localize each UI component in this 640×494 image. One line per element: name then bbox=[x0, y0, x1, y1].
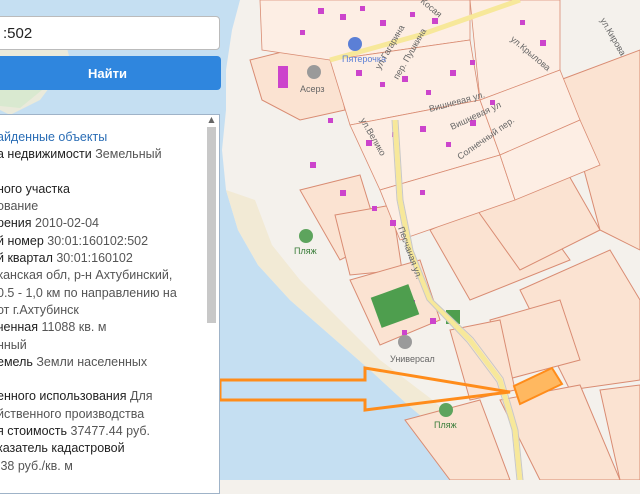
info-row-value: Земельный bbox=[95, 147, 162, 162]
info-row-value: 37477.44 руб. bbox=[70, 424, 150, 439]
info-row bbox=[0, 164, 203, 181]
info-row: емель Земли населенных bbox=[0, 354, 203, 371]
info-row-label: енного использования bbox=[0, 389, 131, 404]
beach-icon bbox=[439, 403, 453, 417]
info-row: енного использования Для bbox=[0, 388, 203, 405]
info-row-label: я стоимость bbox=[0, 424, 71, 439]
info-row: ного участка bbox=[0, 181, 203, 198]
info-row-value: 11088 кв. м bbox=[41, 320, 107, 335]
info-row-value: Земли населенных bbox=[36, 354, 148, 369]
info-row: я стоимость 37477.44 руб. bbox=[0, 423, 203, 440]
info-row-value: Для bbox=[130, 389, 153, 404]
info-row: й квартал 30:01:160102 bbox=[0, 250, 203, 267]
poi-label-aserz: Асерз bbox=[300, 84, 325, 94]
info-row-label: емель bbox=[0, 354, 37, 369]
info-row-value: 2010-02-04 bbox=[35, 216, 99, 231]
info-row-value: 0.5 - 1,0 км по направлению на bbox=[0, 285, 177, 300]
info-row-value: 30:01:160102:502 bbox=[47, 233, 149, 248]
info-content: айденные объекты а недвижимости Земельны… bbox=[0, 115, 219, 475]
info-row: й номер 30:01:160102:502 bbox=[0, 233, 203, 250]
info-row: ханская обл, р-н Ахтубинский, bbox=[0, 267, 203, 284]
shop-icon bbox=[348, 37, 362, 51]
info-row-value: от г.Ахтубинск bbox=[0, 302, 79, 317]
poi-label-beach-1: Пляж bbox=[294, 246, 317, 256]
info-row-label: казатель кадастровой bbox=[0, 441, 125, 456]
search-input[interactable] bbox=[0, 16, 220, 50]
info-row-label: ного участка bbox=[0, 181, 70, 196]
info-row: ченная 11088 кв. м bbox=[0, 319, 203, 336]
info-row-value: .38 руб./кв. м bbox=[0, 458, 73, 473]
info-row: от г.Ахтубинск bbox=[0, 302, 203, 319]
info-row bbox=[0, 371, 203, 388]
info-row: казатель кадастровой bbox=[0, 440, 203, 457]
info-row-value: нный bbox=[0, 337, 27, 352]
info-row: .38 руб./кв. м bbox=[0, 458, 203, 475]
info-row-label: ченная bbox=[0, 320, 42, 335]
poi-label-universal: Универсал bbox=[390, 354, 435, 364]
info-panel: айденные объекты а недвижимости Земельны… bbox=[0, 114, 220, 494]
poi-label-beach-2: Пляж bbox=[434, 420, 457, 430]
info-row-label: й номер bbox=[0, 233, 48, 248]
info-row: рения 2010-02-04 bbox=[0, 215, 203, 232]
info-row-value: йственного производства bbox=[0, 406, 145, 421]
beach-icon bbox=[299, 229, 313, 243]
scrollbar-thumb[interactable] bbox=[207, 127, 216, 323]
info-title: айденные объекты bbox=[0, 130, 108, 144]
info-row-label: й квартал bbox=[0, 251, 57, 266]
info-row: йственного производства bbox=[0, 406, 203, 423]
info-row-value: 30:01:160102 bbox=[56, 251, 133, 266]
info-row-value: ханская обл, р-н Ахтубинский, bbox=[0, 268, 173, 283]
info-row: нный bbox=[0, 337, 203, 354]
find-button[interactable]: Найти bbox=[0, 56, 221, 90]
info-row-label: а недвижимости bbox=[0, 147, 96, 162]
factory-icon bbox=[307, 65, 321, 79]
store-icon bbox=[398, 335, 412, 349]
info-row-value: ование bbox=[0, 199, 39, 214]
info-row: 0.5 - 1,0 км по направлению на bbox=[0, 285, 203, 302]
info-row-label: рения bbox=[0, 216, 36, 231]
info-row: ование bbox=[0, 198, 203, 215]
scroll-up-arrow[interactable]: ▲ bbox=[206, 115, 217, 125]
info-row: а недвижимости Земельный bbox=[0, 146, 203, 163]
